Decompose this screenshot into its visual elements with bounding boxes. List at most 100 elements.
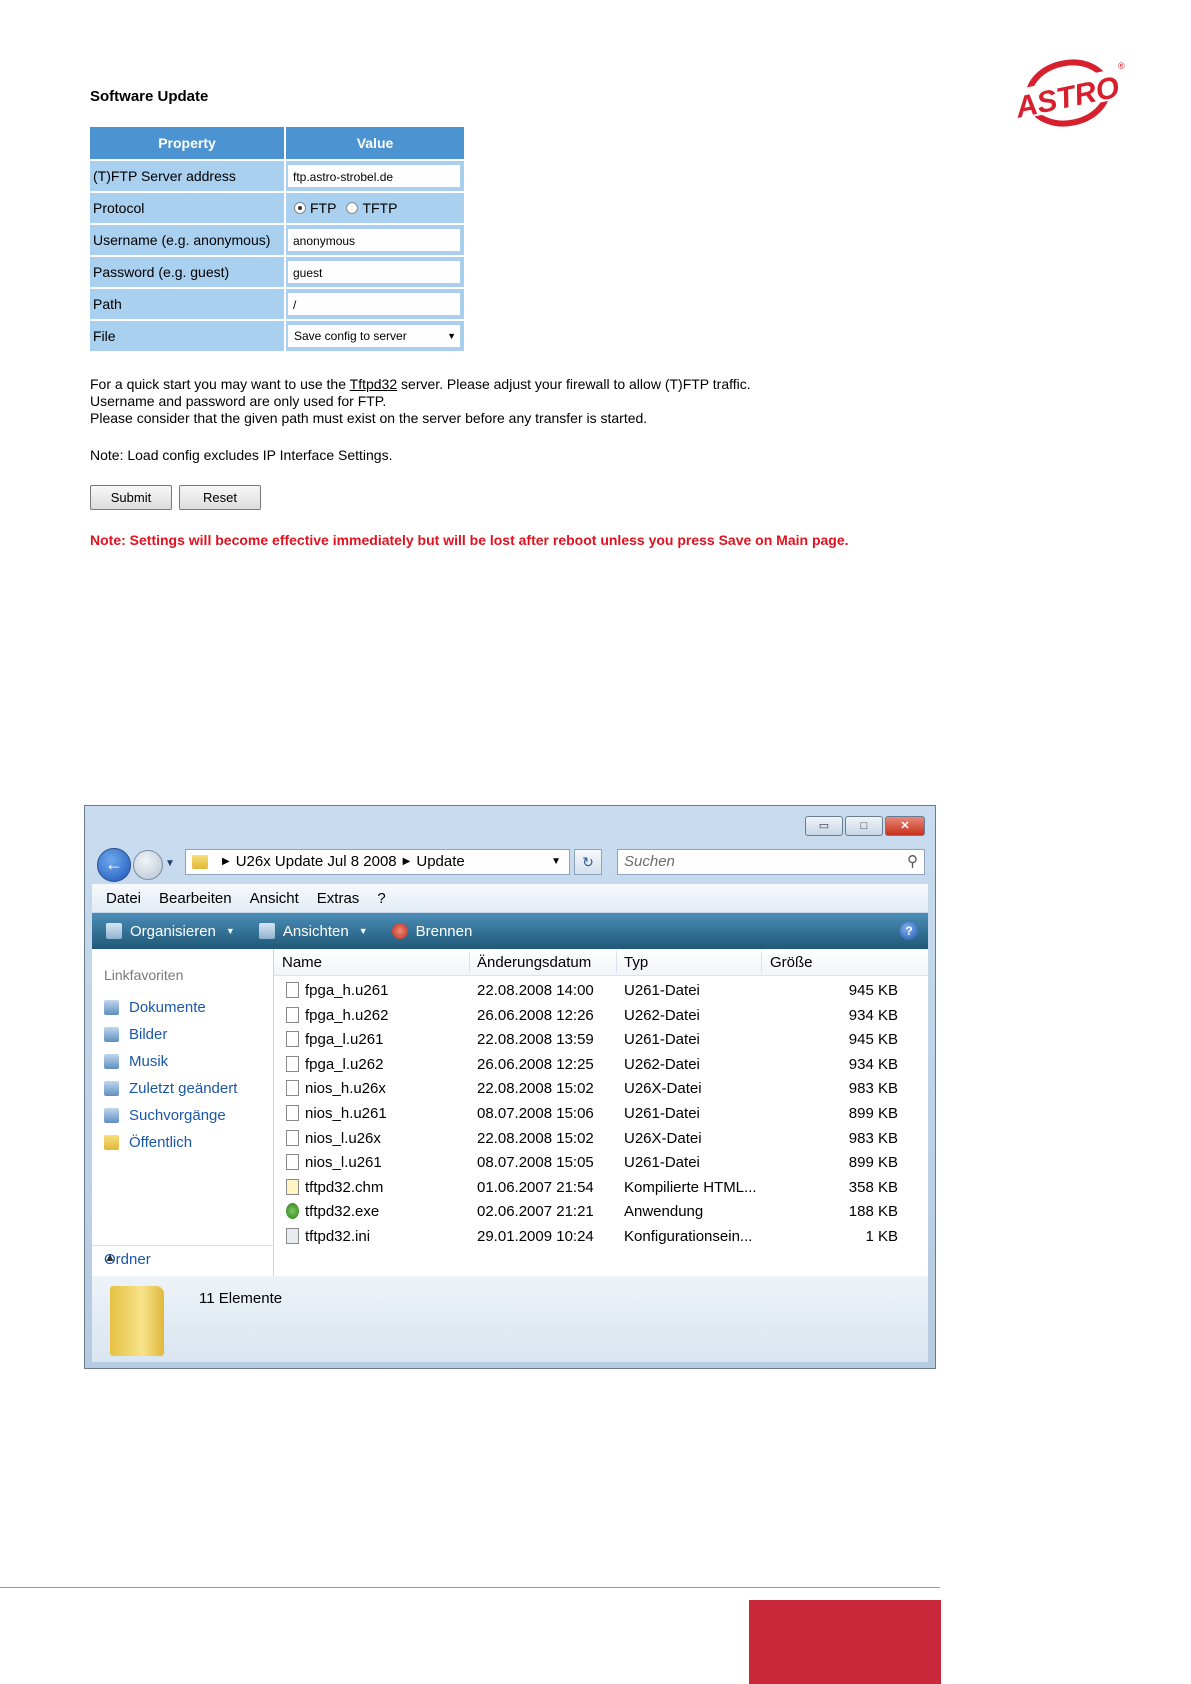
searches-icon: [104, 1108, 119, 1123]
menu-extras[interactable]: Extras: [317, 890, 360, 907]
chevron-right-icon: ▶: [222, 856, 230, 867]
menu-datei[interactable]: Datei: [106, 890, 141, 907]
help-file-icon: [286, 1178, 299, 1195]
search-icon[interactable]: ⚲: [907, 850, 918, 874]
history-dropdown[interactable]: ▼: [165, 858, 175, 869]
table-row[interactable]: fpga_h.u262 26.06.2008 12:26 U262-Datei 934…: [274, 1004, 928, 1028]
username-input[interactable]: anonymous: [288, 229, 460, 251]
table-row[interactable]: tftpd32.ini 29.01.2009 10:24 Konfiguration…: [274, 1225, 928, 1249]
file-name: fpga_h.u262: [305, 1006, 389, 1024]
sidebar-item-bilder[interactable]: Bilder: [104, 1026, 167, 1043]
sidebar-item-musik[interactable]: Musik: [104, 1053, 168, 1070]
pictures-icon: [104, 1027, 119, 1042]
sidebar-item-public[interactable]: Öffentlich: [104, 1134, 192, 1151]
file-type: U262-Datei: [624, 1055, 700, 1073]
astro-logo: ASTRO ®: [1010, 59, 1125, 127]
file-select[interactable]: Save config to server ▼: [288, 325, 460, 347]
menu-help[interactable]: ?: [377, 890, 385, 907]
ftp-radio-label[interactable]: FTP: [310, 200, 336, 216]
column-size[interactable]: Größe: [770, 954, 813, 971]
file-date: 29.01.2009 10:24: [477, 1228, 594, 1245]
recent-icon: [104, 1081, 119, 1096]
arrow-left-icon: ←: [105, 854, 123, 874]
refresh-button[interactable]: ↻: [574, 849, 602, 875]
address-bar[interactable]: ▶ U26x Update Jul 8 2008 ▶ Update ▼: [185, 849, 570, 875]
file-size: 983 KB: [848, 1129, 898, 1147]
sidebar-item-label: Öffentlich: [129, 1134, 193, 1151]
file-type: Kompilierte HTML...: [624, 1178, 757, 1196]
info-line1-pre: For a quick start you may want to use th…: [90, 376, 350, 392]
path-input[interactable]: /: [288, 293, 460, 315]
sidebar-item-recent[interactable]: Zuletzt geändert: [104, 1080, 237, 1097]
minimize-button[interactable]: ▭: [805, 816, 843, 836]
page-title: Software Update: [90, 88, 209, 105]
breadcrumb-segment[interactable]: Update: [416, 850, 464, 874]
organize-button[interactable]: Organisieren ▼: [106, 923, 235, 940]
info-text: For a quick start you may want to use th…: [90, 376, 751, 427]
sidebar-item-dokumente[interactable]: Dokumente: [104, 999, 206, 1016]
close-button[interactable]: ✕: [885, 816, 925, 836]
views-button[interactable]: Ansichten ▼: [258, 922, 368, 940]
footer-divider: [0, 1587, 940, 1588]
music-icon: [104, 1054, 119, 1069]
server-address-input[interactable]: ftp.astro-strobel.de: [288, 165, 460, 187]
column-type[interactable]: Typ: [624, 954, 648, 971]
file-size: 358 KB: [848, 1178, 898, 1196]
footer-accent-block: [749, 1600, 941, 1684]
chevron-right-icon: ▶: [402, 856, 411, 867]
search-placeholder: Suchen: [624, 853, 675, 870]
documents-icon: [104, 1000, 119, 1015]
menu-ansicht[interactable]: Ansicht: [250, 890, 299, 907]
tftp-radio-label[interactable]: TFTP: [362, 200, 397, 216]
file-icon: [286, 1080, 299, 1097]
submit-button[interactable]: Submit: [90, 485, 172, 510]
column-date[interactable]: Änderungsdatum: [477, 954, 591, 971]
tftp-radio[interactable]: [346, 202, 359, 214]
chevron-down-icon: ▼: [447, 331, 456, 341]
info-line2: Username and password are only used for …: [90, 393, 387, 409]
table-row[interactable]: fpga_h.u261 22.08.2008 14:00 U261-Datei 945…: [274, 979, 928, 1003]
table-row[interactable]: nios_l.u261 08.07.2008 15:05 U261-Datei 899…: [274, 1151, 928, 1175]
table-row[interactable]: tftpd32.exe 02.06.2007 21:21 Anwendung 188 …: [274, 1200, 928, 1224]
back-button[interactable]: ←: [97, 848, 131, 882]
sidebar-item-label: Musik: [129, 1053, 169, 1070]
file-date: 02.06.2007 21:21: [477, 1203, 594, 1221]
value-header: Value: [285, 127, 464, 160]
password-input[interactable]: guest: [288, 261, 460, 283]
file-date: 22.08.2008 15:02: [477, 1080, 594, 1098]
burn-label: Brennen: [415, 922, 473, 940]
breadcrumb-segment[interactable]: U26x Update Jul 8 2008: [236, 850, 397, 874]
chevron-down-icon[interactable]: ▼: [551, 850, 561, 874]
views-label: Ansichten: [282, 922, 349, 940]
file-type: Konfigurationsein...: [624, 1228, 753, 1245]
table-row[interactable]: fpga_l.u262 26.06.2008 12:25 U262-Datei 934…: [274, 1053, 928, 1077]
sidebar-item-label: Suchvorgänge: [129, 1107, 226, 1124]
file-icon: [286, 1129, 299, 1146]
file-date: 08.07.2008 15:06: [477, 1105, 594, 1122]
sidebar-item-searches[interactable]: Suchvorgänge: [104, 1107, 226, 1124]
table-row[interactable]: fpga_l.u261 22.08.2008 13:59 U261-Datei 945…: [274, 1028, 928, 1052]
file-type: Anwendung: [624, 1203, 704, 1221]
ftp-radio[interactable]: [294, 202, 306, 214]
warning-note: Note: Settings will become effective imm…: [90, 532, 849, 548]
burn-button[interactable]: Brennen: [391, 922, 473, 940]
forward-button[interactable]: [133, 850, 163, 880]
tftpd32-link[interactable]: Tftpd32: [350, 376, 397, 392]
file-date: 22.08.2008 14:00: [477, 982, 594, 999]
file-icon: [286, 1031, 299, 1048]
search-input[interactable]: Suchen ⚲: [617, 849, 925, 875]
folders-toggle[interactable]: Ordner ▲: [92, 1245, 273, 1276]
table-row[interactable]: nios_h.u261 08.07.2008 15:06 U261-Datei 899…: [274, 1102, 928, 1126]
menu-bearbeiten[interactable]: Bearbeiten: [159, 890, 232, 907]
column-headers: Name Änderungsdatum Typ Größe: [274, 949, 928, 976]
reset-button[interactable]: Reset: [179, 485, 261, 510]
help-icon[interactable]: ?: [900, 922, 918, 940]
file-size: 899 KB: [848, 1154, 898, 1172]
table-row[interactable]: nios_l.u26x 22.08.2008 15:02 U26X-Datei 983…: [274, 1127, 928, 1151]
chevron-up-icon: ▲: [104, 1250, 116, 1264]
column-name[interactable]: Name: [282, 954, 322, 971]
maximize-button[interactable]: □: [845, 816, 883, 836]
file-icon: [286, 1055, 299, 1072]
table-row[interactable]: nios_h.u26x 22.08.2008 15:02 U26X-Datei 983…: [274, 1077, 928, 1101]
table-row[interactable]: tftpd32.chm 01.06.2007 21:54 Kompilierte H…: [274, 1176, 928, 1200]
